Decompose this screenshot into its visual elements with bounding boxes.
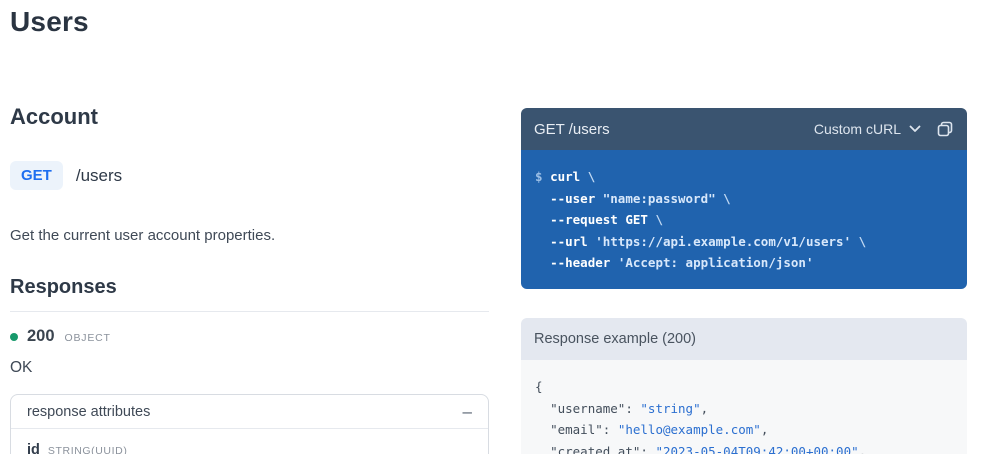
code-line: "username": "string", [550, 400, 709, 416]
curl-code-block: $ curl \ --user "name:password" \ --requ… [521, 150, 967, 289]
attribute-type: STRING(UUID) [47, 445, 128, 454]
page-title: Users [10, 6, 89, 37]
responses-heading: Responses [10, 276, 117, 298]
code-line: { [535, 379, 543, 394]
attribute-row-id: id STRING(UUID) [11, 429, 488, 454]
code-line: "created_at": "2023-05-04T09:42:00+00:00… [550, 443, 867, 454]
response-attributes-title: response attributes [27, 403, 151, 420]
method-badge: GET [10, 161, 63, 190]
api-docs-page: Users Account GET /users Get the current… [0, 0, 983, 454]
endpoint-row: GET /users [10, 161, 122, 190]
code-line: --header 'Accept: application/json' [550, 255, 814, 271]
response-attributes-panel: response attributes – id STRING(UUID) [10, 394, 489, 454]
code-line: --url 'https://api.example.com/v1/users'… [550, 233, 867, 249]
code-line: --user "name:password" \ [550, 190, 731, 206]
response-example-header: Response example (200) [521, 318, 967, 360]
status-description: OK [10, 359, 33, 376]
section-heading-account: Account [10, 104, 98, 129]
status-code: 200 [27, 327, 55, 345]
endpoint-description: Get the current user account properties. [10, 227, 276, 244]
section-divider [10, 311, 489, 312]
copy-icon [937, 121, 953, 137]
response-example-code-block: { "username": "string", "email": "hello@… [521, 360, 967, 454]
language-selector[interactable]: Custom cURL [814, 121, 921, 137]
response-status-row: 200 OBJECT [10, 327, 111, 346]
curl-panel-header: GET /users Custom cURL [521, 108, 967, 150]
chevron-down-icon [909, 125, 921, 132]
endpoint-path: /users [75, 165, 123, 185]
status-type-badge: OBJECT [64, 332, 111, 344]
attribute-name: id [27, 442, 40, 454]
response-attributes-header[interactable]: response attributes – [11, 395, 488, 429]
response-example-panel: Response example (200) { "username": "st… [521, 318, 967, 454]
copy-button[interactable] [936, 120, 954, 138]
code-line: "email": "hello@example.com", [550, 422, 769, 438]
collapse-minus-icon[interactable]: – [463, 403, 472, 420]
curl-panel-controls: Custom cURL [814, 120, 954, 138]
code-line: $ curl \ [535, 169, 596, 184]
language-selector-label: Custom cURL [813, 121, 901, 137]
curl-panel: GET /users Custom cURL $ curl \ --user "… [521, 108, 967, 289]
response-example-title: Response example (200) [534, 331, 697, 347]
curl-panel-title: GET /users [534, 120, 610, 138]
code-line: --request GET \ [550, 212, 663, 228]
status-dot-icon [10, 332, 18, 341]
